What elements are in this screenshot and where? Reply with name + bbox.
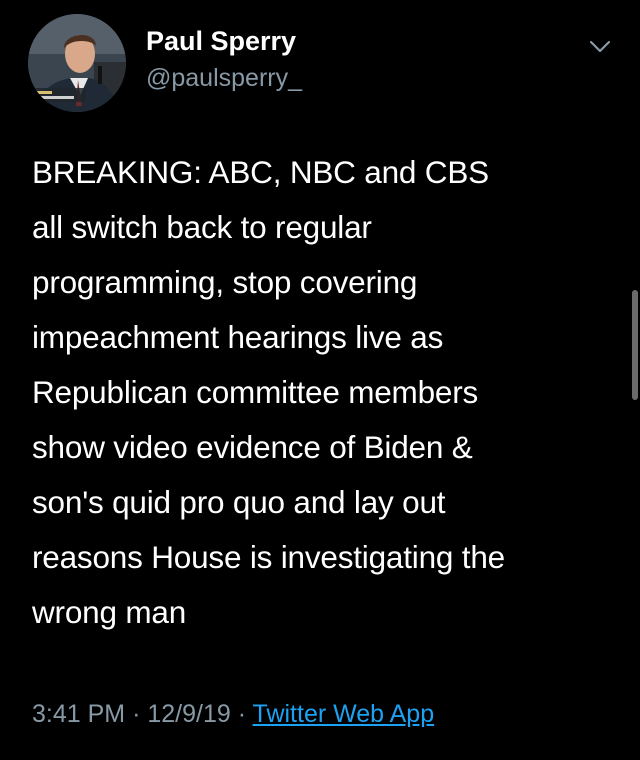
meta-separator: ·: [237, 700, 247, 728]
avatar[interactable]: [28, 14, 126, 112]
scrollbar[interactable]: [632, 290, 638, 400]
chevron-down-icon[interactable]: [585, 34, 615, 58]
meta-separator: ·: [132, 700, 141, 728]
tweet-time[interactable]: 3:41 PM: [32, 700, 125, 728]
tweet-source-link[interactable]: Twitter Web App: [253, 700, 435, 728]
tweet-date[interactable]: 12/9/19: [147, 700, 230, 728]
tweet-card: Paul Sperry @paulsperry_ BREAKING: ABC, …: [0, 0, 640, 760]
author-display-name[interactable]: Paul Sperry: [146, 26, 296, 57]
profile-photo-icon: [28, 14, 126, 112]
author-handle[interactable]: @paulsperry_: [146, 64, 302, 93]
tweet-text: BREAKING: ABC, NBC and CBS all switch ba…: [32, 154, 505, 630]
tweet-meta: 3:41 PM · 12/9/19 · Twitter Web App: [32, 700, 434, 729]
